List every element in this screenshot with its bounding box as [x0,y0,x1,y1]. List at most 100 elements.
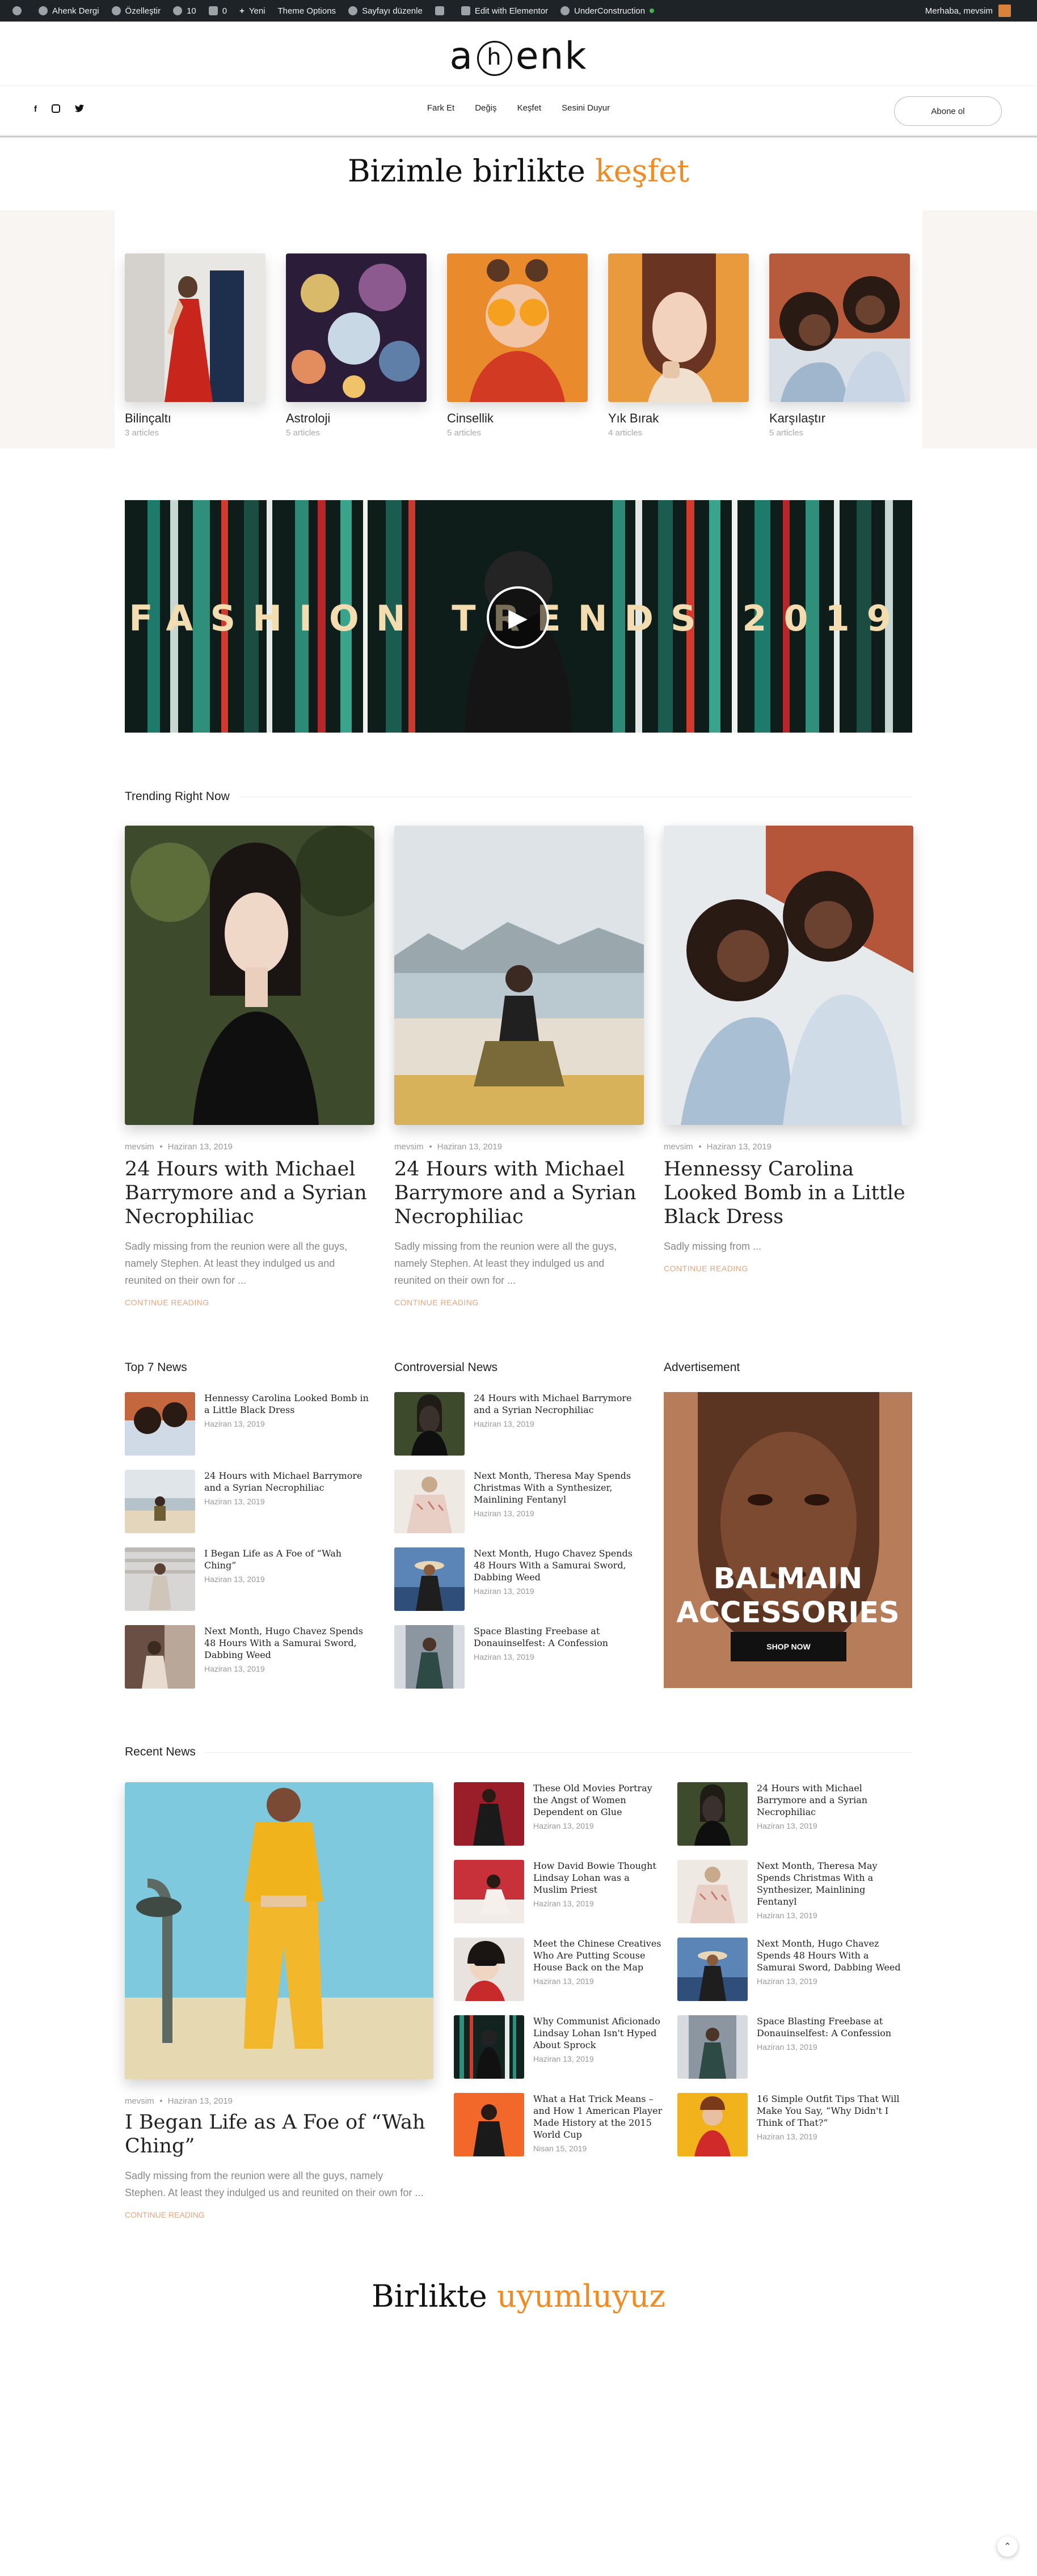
recent-featured-post[interactable]: mevsim Haziran 13, 2019 I Began Life as A… [125,1782,433,2219]
list-item[interactable]: 24 Hours with Michael Barrymore and a Sy… [677,1782,904,1846]
category-image [769,253,910,402]
list-item[interactable]: Next Month, Hugo Chavez Spends 48 Hours … [125,1625,374,1689]
continue-reading-link[interactable]: CONTINUE READING [394,1298,644,1307]
post-thumbnail [677,1782,748,1846]
advertisement-banner[interactable]: BALMAIN ACCESSORIES SHOP NOW [664,1392,912,1688]
post-title[interactable]: I Began Life as A Foe of “Wah Ching” [125,2110,433,2158]
post-title[interactable]: Hennessy Carolina Looked Bomb in a Littl… [664,1157,913,1229]
post-excerpt: Sadly missing from the reunion were all … [125,1241,348,1286]
admin-site-link[interactable]: Ahenk Dergi [39,6,99,16]
list-item[interactable]: What a Hat Trick Means – and How 1 Ameri… [454,2093,664,2156]
admin-customize-link[interactable]: Özelleştir [111,6,161,16]
post-thumbnail [454,2015,524,2079]
nav-item-fark-et[interactable]: Fark Et [427,103,454,113]
list-item[interactable]: Next Month, Theresa May Spends Christmas… [394,1470,644,1533]
post-thumbnail [125,1392,195,1456]
list-item[interactable]: Next Month, Hugo Chavez Spends 48 Hours … [677,1938,904,2001]
post-title[interactable]: What a Hat Trick Means – and How 1 Ameri… [533,2093,664,2141]
continue-reading-link[interactable]: CONTINUE READING [125,2210,433,2219]
play-button[interactable]: ▶ [487,586,549,649]
post-title[interactable]: Hennessy Carolina Looked Bomb in a Littl… [204,1392,374,1416]
post-title[interactable]: Next Month, Theresa May Spends Christmas… [757,1860,904,1907]
post-thumbnail [454,1938,524,2001]
top7-title: Top 7 News [125,1361,187,1374]
list-item[interactable]: Next Month, Theresa May Spends Christmas… [677,1860,904,1923]
post-title[interactable]: I Began Life as A Foe of “Wah Ching” [204,1547,374,1571]
pencil-icon [348,6,358,15]
post-title[interactable]: Next Month, Hugo Chavez Spends 48 Hours … [757,1938,904,1973]
post-date: Haziran 13, 2019 [757,1911,817,1920]
post-thumbnail [125,1470,195,1533]
comment-icon [208,6,218,15]
admin-elementor-link[interactable]: Edit with Elementor [461,6,548,16]
post-title[interactable]: 16 Simple Outfit Tips That Will Make You… [757,2093,904,2129]
list-item[interactable]: Space Blasting Freebase at Donauinselfes… [394,1625,644,1689]
post-title[interactable]: How David Bowie Thought Lindsay Lohan wa… [533,1860,664,1896]
post-title[interactable]: 24 Hours with Michael Barrymore and a Sy… [394,1157,644,1229]
list-item[interactable]: Next Month, Hugo Chavez Spends 48 Hours … [394,1547,644,1611]
continue-reading-link[interactable]: CONTINUE READING [664,1264,913,1273]
nav-item-kesfet[interactable]: Keşfet [517,103,542,113]
scroll-to-top-button[interactable]: ⌃ [997,2536,1018,2557]
video-banner[interactable]: FASHION TRENDS 2019 ▶ [125,500,912,733]
trending-title: Trending Right Now [125,790,912,803]
admin-theme-options-link[interactable]: Theme Options [278,6,336,16]
admin-updates-link[interactable]: 10 [173,6,196,16]
category-card[interactable]: Yık Bırak 4 articles [608,253,749,438]
post-date: Haziran 13, 2019 [757,1821,817,1830]
post-title[interactable]: 24 Hours with Michael Barrymore and a Sy… [757,1782,904,1818]
post-title[interactable]: 24 Hours with Michael Barrymore and a Sy… [204,1470,374,1494]
continue-reading-link[interactable]: CONTINUE READING [125,1298,374,1307]
admin-comments-link[interactable]: 0 [208,6,227,16]
post-title[interactable]: Why Communist Aficionado Lindsay Lohan I… [533,2015,664,2051]
post-date: Haziran 13, 2019 [533,1821,594,1830]
post-title[interactable]: Next Month, Hugo Chavez Spends 48 Hours … [204,1625,374,1661]
wordpress-icon[interactable] [12,6,26,15]
trending-post[interactable]: mevsim Haziran 13, 2019 Hennessy Carolina… [664,826,913,1273]
nav-item-degis[interactable]: Değiş [475,103,496,113]
post-thumbnail [394,1470,465,1533]
post-date: Haziran 13, 2019 [204,1419,265,1428]
admin-edit-page-link[interactable]: Sayfayı düzenle [348,6,423,16]
trending-post[interactable]: mevsim Haziran 13, 2019 24 Hours with Mic… [125,826,374,1307]
category-card[interactable]: Karşılaştır 5 articles [769,253,910,438]
shop-now-button[interactable]: SHOP NOW [731,1632,846,1661]
admin-plugin-icon[interactable] [435,6,449,15]
list-item[interactable]: 16 Simple Outfit Tips That Will Make You… [677,2093,904,2156]
post-title[interactable]: Meet the Chinese Creatives Who Are Putti… [533,1938,664,1973]
post-title[interactable]: Space Blasting Freebase at Donauinselfes… [474,1625,644,1649]
trending-post[interactable]: mevsim Haziran 13, 2019 24 Hours with Mic… [394,826,644,1307]
together-heading: Birlikte uyumluyuz [372,2278,665,2314]
list-item[interactable]: Why Communist Aficionado Lindsay Lohan I… [454,2015,664,2079]
category-card[interactable]: Bilinçaltı 3 articles [125,253,265,438]
category-name: Bilinçaltı [125,411,171,425]
post-title[interactable]: Next Month, Hugo Chavez Spends 48 Hours … [474,1547,644,1583]
post-title[interactable]: 24 Hours with Michael Barrymore and a Sy… [474,1392,644,1416]
list-item[interactable]: These Old Movies Portray the Angst of Wo… [454,1782,664,1846]
post-thumbnail [677,2015,748,2079]
category-card[interactable]: Cinsellik 5 articles [447,253,588,438]
list-item[interactable]: Space Blasting Freebase at Donauinselfes… [677,2015,904,2079]
admin-under-construction-link[interactable]: UnderConstruction [560,6,655,16]
post-date: Haziran 13, 2019 [533,1899,594,1908]
list-item[interactable]: 24 Hours with Michael Barrymore and a Sy… [394,1392,644,1456]
post-title[interactable]: 24 Hours with Michael Barrymore and a Sy… [125,1157,374,1229]
post-title[interactable]: Next Month, Theresa May Spends Christmas… [474,1470,644,1505]
list-item[interactable]: 24 Hours with Michael Barrymore and a Sy… [125,1470,374,1533]
post-title[interactable]: These Old Movies Portray the Angst of Wo… [533,1782,664,1818]
post-title[interactable]: Space Blasting Freebase at Donauinselfes… [757,2015,904,2039]
elementor-icon [461,6,470,15]
list-item[interactable]: I Began Life as A Foe of “Wah Ching” Hazi… [125,1547,374,1611]
avatar [998,5,1011,17]
post-date: Haziran 13, 2019 [757,2042,817,2052]
subscribe-button[interactable]: Abone ol [894,96,1002,126]
post-date: Haziran 13, 2019 [204,1497,265,1506]
list-item[interactable]: Hennessy Carolina Looked Bomb in a Littl… [125,1392,374,1456]
nav-item-sesini-duyur[interactable]: Sesini Duyur [562,103,610,113]
list-item[interactable]: How David Bowie Thought Lindsay Lohan wa… [454,1860,664,1923]
site-logo[interactable]: a h enk [0,34,1037,78]
admin-new-link[interactable]: + Yeni [239,6,265,16]
category-card[interactable]: Astroloji 5 articles [286,253,427,438]
admin-account-link[interactable]: Merhaba, mevsim [925,0,1011,22]
list-item[interactable]: Meet the Chinese Creatives Who Are Putti… [454,1938,664,2001]
